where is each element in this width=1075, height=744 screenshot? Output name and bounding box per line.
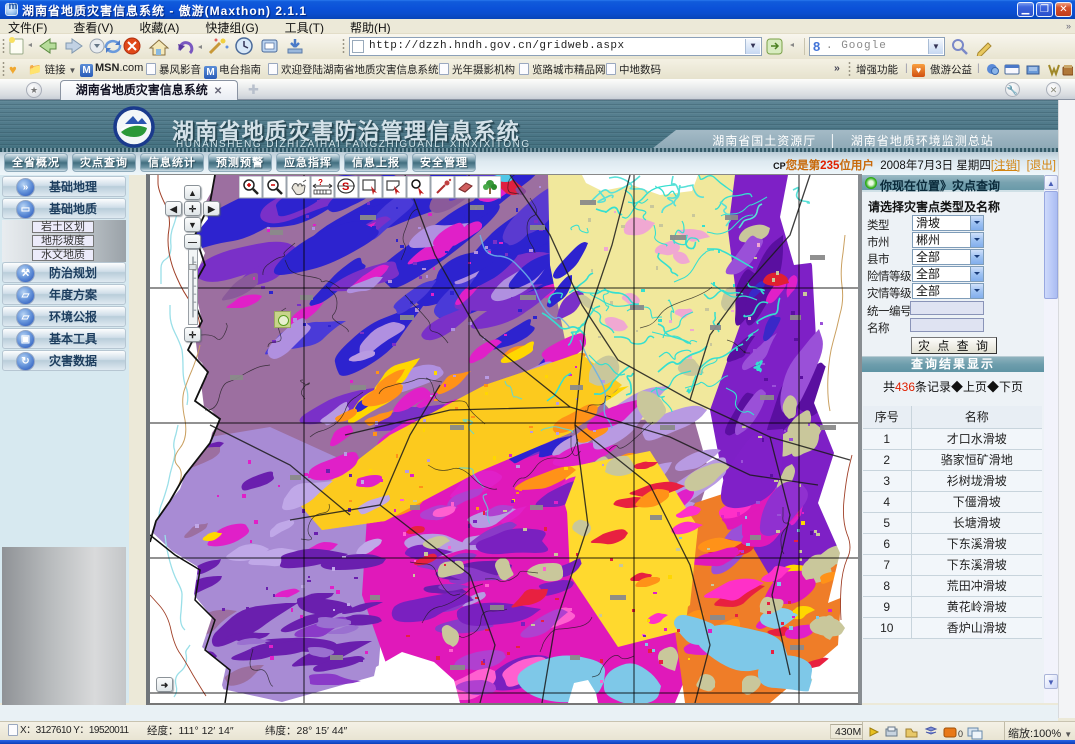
svg-text:?: ? [318,178,323,187]
svg-text:0: 0 [958,729,963,739]
svg-text:S: S [342,181,349,193]
